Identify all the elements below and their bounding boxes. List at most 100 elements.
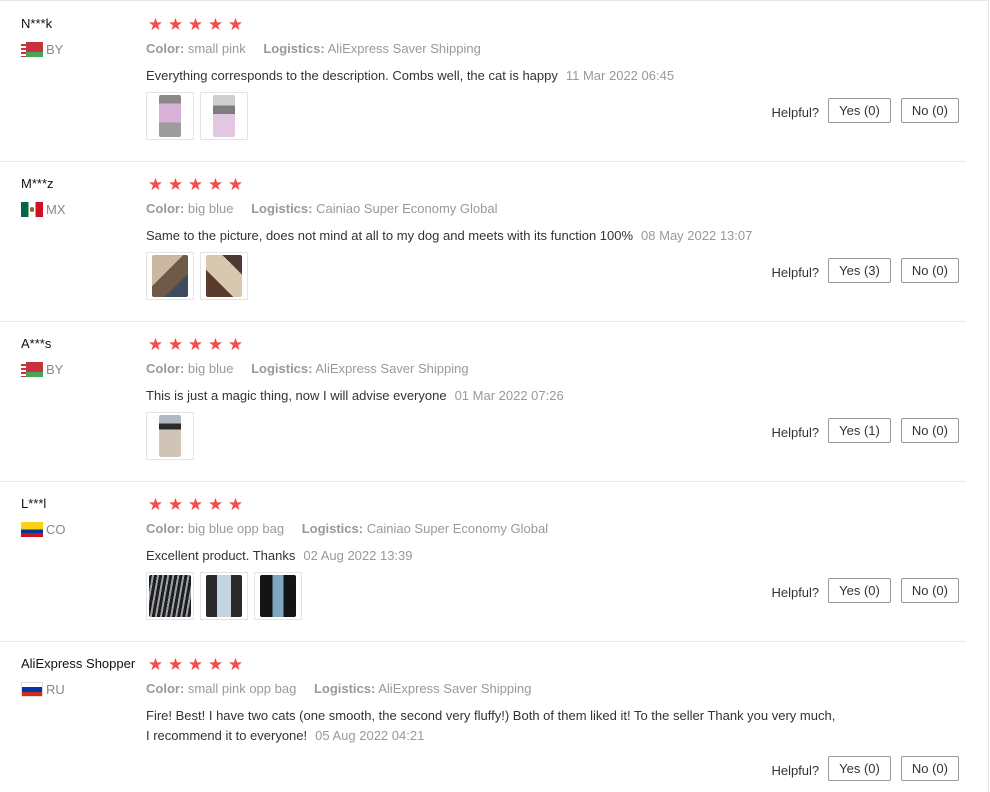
reviewer-name: N***k	[21, 16, 53, 31]
review-photos	[146, 252, 248, 300]
star-icon: ★	[207, 655, 224, 675]
flag-co-icon	[21, 522, 43, 537]
star-icon: ★	[227, 335, 244, 355]
review-date: 05 Aug 2022 04:21	[315, 728, 425, 743]
color-key: Color:	[146, 681, 185, 696]
review-item: M***z MX ★ ★ ★ ★ ★ Color: big blue Logis…	[0, 161, 966, 322]
helpful-label: Helpful?	[771, 265, 820, 280]
order-details: Color: big blue opp bag Logistics: Caini…	[146, 521, 548, 536]
color-value: big blue	[187, 201, 234, 216]
helpful-no-button[interactable]: No (0)	[900, 578, 959, 603]
star-icon: ★	[167, 495, 184, 515]
color-value: small pink opp bag	[187, 681, 297, 696]
review-date: 08 May 2022 13:07	[641, 228, 753, 243]
country-code: BY	[46, 42, 64, 57]
review-photo-thumbnail[interactable]	[146, 92, 194, 140]
reviews-panel: N***k BY ★ ★ ★ ★ ★ Color: small pink Log…	[0, 0, 989, 792]
helpful-yes-button[interactable]: Yes (0)	[828, 756, 891, 781]
review-text: Everything corresponds to the descriptio…	[146, 66, 836, 86]
review-date: 11 Mar 2022 06:45	[565, 68, 675, 83]
star-icon: ★	[147, 655, 164, 675]
reviewer-country: BY	[21, 42, 63, 57]
reviewer-name: M***z	[21, 176, 54, 191]
reviewer-name: A***s	[21, 336, 52, 351]
color-key: Color:	[146, 201, 185, 216]
order-details: Color: small pink opp bag Logistics: Ali…	[146, 681, 531, 696]
logistics-key: Logistics:	[263, 41, 325, 56]
helpful-yes-button[interactable]: Yes (1)	[828, 418, 891, 443]
star-rating: ★ ★ ★ ★ ★	[146, 495, 245, 515]
star-icon: ★	[167, 335, 184, 355]
star-icon: ★	[147, 15, 164, 35]
reviewer-country: RU	[21, 682, 65, 697]
review-photo-thumbnail[interactable]	[200, 92, 248, 140]
helpful-label: Helpful?	[771, 763, 820, 778]
color-value: big blue opp bag	[187, 521, 285, 536]
country-code: MX	[46, 202, 66, 217]
star-icon: ★	[207, 15, 224, 35]
reviewer-country: MX	[21, 202, 66, 217]
review-date: 01 Mar 2022 07:26	[454, 388, 564, 403]
reviewer-country: CO	[21, 522, 66, 537]
review-photo-thumbnail[interactable]	[146, 252, 194, 300]
color-value: big blue	[187, 361, 234, 376]
flag-ru-icon	[21, 682, 43, 697]
review-text: Same to the picture, does not mind at al…	[146, 226, 836, 246]
logistics-key: Logistics:	[251, 201, 313, 216]
star-icon: ★	[167, 175, 184, 195]
review-item: A***s BY ★ ★ ★ ★ ★ Color: big blue Logis…	[0, 321, 966, 482]
helpful-no-button[interactable]: No (0)	[900, 756, 959, 781]
reviewer-name: AliExpress Shopper	[21, 656, 136, 671]
color-key: Color:	[146, 521, 185, 536]
star-icon: ★	[207, 495, 224, 515]
star-icon: ★	[147, 495, 164, 515]
color-key: Color:	[146, 41, 185, 56]
order-details: Color: big blue Logistics: Cainiao Super…	[146, 201, 498, 216]
star-icon: ★	[187, 15, 204, 35]
review-item: N***k BY ★ ★ ★ ★ ★ Color: small pink Log…	[0, 1, 966, 162]
helpful-no-button[interactable]: No (0)	[900, 418, 959, 443]
logistics-key: Logistics:	[251, 361, 313, 376]
helpful-yes-button[interactable]: Yes (3)	[828, 258, 891, 283]
flag-mx-icon	[21, 202, 43, 217]
star-rating: ★ ★ ★ ★ ★	[146, 655, 245, 675]
helpful-yes-button[interactable]: Yes (0)	[828, 578, 891, 603]
star-icon: ★	[147, 175, 164, 195]
helpful-no-button[interactable]: No (0)	[900, 258, 959, 283]
review-photos	[146, 412, 194, 460]
review-photo-thumbnail[interactable]	[146, 412, 194, 460]
review-photo-thumbnail[interactable]	[254, 572, 302, 620]
review-photo-thumbnail[interactable]	[146, 572, 194, 620]
star-icon: ★	[167, 655, 184, 675]
color-key: Color:	[146, 361, 185, 376]
star-rating: ★ ★ ★ ★ ★	[146, 15, 245, 35]
flag-by-icon	[21, 362, 43, 377]
helpful-label: Helpful?	[771, 425, 820, 440]
review-photo-thumbnail[interactable]	[200, 252, 248, 300]
review-body: This is just a magic thing, now I will a…	[146, 388, 447, 403]
star-icon: ★	[187, 655, 204, 675]
review-text: Fire! Best! I have two cats (one smooth,…	[146, 706, 836, 746]
logistics-value: AliExpress Saver Shipping	[315, 361, 469, 376]
helpful-yes-button[interactable]: Yes (0)	[828, 98, 891, 123]
review-item: AliExpress Shopper RU ★ ★ ★ ★ ★ Color: s…	[0, 641, 966, 792]
helpful-voting: Helpful? Yes (0) No (0)	[771, 578, 959, 603]
helpful-no-button[interactable]: No (0)	[900, 98, 959, 123]
star-icon: ★	[207, 175, 224, 195]
helpful-voting: Helpful? Yes (0) No (0)	[771, 98, 959, 123]
logistics-key: Logistics:	[301, 521, 364, 536]
review-text: This is just a magic thing, now I will a…	[146, 386, 836, 406]
review-item: L***l CO ★ ★ ★ ★ ★ Color: big blue opp b…	[0, 481, 966, 642]
helpful-label: Helpful?	[771, 105, 820, 120]
star-icon: ★	[187, 335, 204, 355]
review-body: Excellent product. Thanks	[146, 548, 296, 563]
reviewer-name: L***l	[21, 496, 47, 511]
review-body: Fire! Best! I have two cats (one smooth,…	[146, 708, 836, 743]
helpful-voting: Helpful? Yes (0) No (0)	[771, 756, 959, 781]
color-value: small pink	[187, 41, 246, 56]
country-code: CO	[46, 522, 66, 537]
star-rating: ★ ★ ★ ★ ★	[146, 335, 245, 355]
review-photo-thumbnail[interactable]	[200, 572, 248, 620]
review-body: Everything corresponds to the descriptio…	[146, 68, 558, 83]
logistics-value: AliExpress Saver Shipping	[378, 681, 532, 696]
